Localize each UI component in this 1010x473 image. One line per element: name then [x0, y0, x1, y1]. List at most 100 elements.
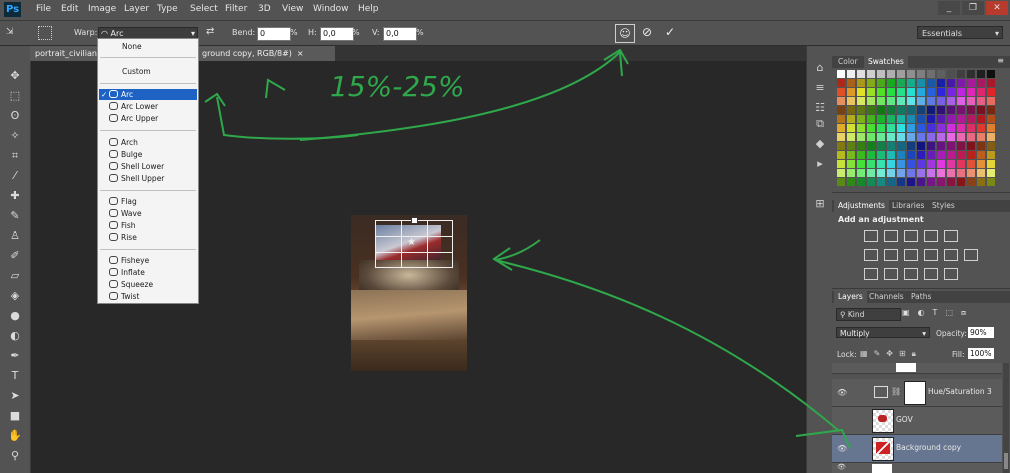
- swatch[interactable]: [967, 178, 975, 186]
- warp-option-bulge[interactable]: Bulge: [99, 149, 197, 160]
- swatch[interactable]: [917, 88, 925, 96]
- swatch[interactable]: [957, 151, 965, 159]
- swatch[interactable]: [907, 70, 915, 78]
- close-tab-icon[interactable]: ×: [297, 49, 304, 58]
- swatch[interactable]: [987, 70, 995, 78]
- swatch[interactable]: [877, 106, 885, 114]
- swatch[interactable]: [887, 106, 895, 114]
- swatch[interactable]: [977, 160, 985, 168]
- warp-option-rise[interactable]: Rise: [99, 232, 197, 243]
- swatch[interactable]: [967, 115, 975, 123]
- warp-option-none[interactable]: None: [99, 41, 197, 52]
- levels-icon[interactable]: [884, 230, 898, 242]
- swatch[interactable]: [967, 124, 975, 132]
- warp-option-flag[interactable]: Flag: [99, 196, 197, 207]
- reference-point-icon[interactable]: [38, 26, 52, 40]
- swatch[interactable]: [927, 151, 935, 159]
- swatch[interactable]: [987, 133, 995, 141]
- tab-color[interactable]: Color: [834, 56, 862, 68]
- selective-color-icon[interactable]: [944, 268, 958, 280]
- history-panel-icon[interactable]: ⌂: [812, 60, 828, 76]
- swatch[interactable]: [947, 169, 955, 177]
- swatch[interactable]: [927, 133, 935, 141]
- swatch[interactable]: [947, 88, 955, 96]
- swatch[interactable]: [907, 178, 915, 186]
- layer-name[interactable]: Hue/Saturation 3: [928, 387, 992, 396]
- smart-object-filter-icon[interactable]: ⧈: [961, 308, 966, 318]
- warp-handle[interactable]: [411, 217, 418, 224]
- warp-option-custom[interactable]: Custom: [99, 66, 197, 77]
- puppet-warp-icon[interactable]: ☺: [615, 24, 635, 43]
- v-distortion-input[interactable]: 0,0: [383, 27, 417, 41]
- channel-mixer-icon[interactable]: [944, 249, 958, 261]
- tab-libraries[interactable]: Libraries: [888, 200, 928, 212]
- bend-input[interactable]: 0: [257, 27, 291, 41]
- warp-orientation-icon[interactable]: ⇄: [206, 26, 220, 38]
- swatch[interactable]: [847, 79, 855, 87]
- swatch[interactable]: [907, 115, 915, 123]
- warp-option-twist[interactable]: Twist: [99, 291, 197, 302]
- tab-channels[interactable]: Channels: [865, 291, 908, 303]
- swatch[interactable]: [927, 169, 935, 177]
- swatch[interactable]: [907, 106, 915, 114]
- cancel-transform-icon[interactable]: ⊘: [642, 25, 656, 39]
- menu-help[interactable]: Help: [358, 4, 379, 14]
- swatch[interactable]: [937, 79, 945, 87]
- swatch[interactable]: [857, 178, 865, 186]
- swatch[interactable]: [987, 178, 995, 186]
- swatch[interactable]: [847, 151, 855, 159]
- warp-option-arc-lower[interactable]: Arc Lower: [99, 101, 197, 112]
- pen-tool-icon[interactable]: ✒: [5, 348, 25, 364]
- swatch[interactable]: [907, 142, 915, 150]
- swatch[interactable]: [837, 106, 845, 114]
- adjustment-filter-icon[interactable]: ◐: [918, 308, 925, 318]
- swatch[interactable]: [937, 142, 945, 150]
- swatch[interactable]: [847, 88, 855, 96]
- type-tool-icon[interactable]: T: [5, 368, 25, 384]
- swatch[interactable]: [837, 151, 845, 159]
- swatch[interactable]: [977, 115, 985, 123]
- brush-presets-icon[interactable]: ☷: [812, 100, 828, 116]
- clone-source-icon[interactable]: ⧉: [812, 116, 828, 132]
- h-distortion-input[interactable]: 0,0: [320, 27, 354, 41]
- healing-brush-tool-icon[interactable]: ✚: [5, 188, 25, 204]
- swatch[interactable]: [857, 79, 865, 87]
- swatch[interactable]: [967, 97, 975, 105]
- swatch[interactable]: [847, 160, 855, 168]
- swatch[interactable]: [897, 178, 905, 186]
- swatch[interactable]: [837, 97, 845, 105]
- vibrance-icon[interactable]: [944, 230, 958, 242]
- swatch[interactable]: [917, 169, 925, 177]
- warp-option-squeeze[interactable]: Squeeze: [99, 279, 197, 290]
- swatch[interactable]: [927, 124, 935, 132]
- swatch[interactable]: [857, 70, 865, 78]
- warp-option-fish[interactable]: Fish: [99, 220, 197, 231]
- tab-styles[interactable]: Styles: [928, 200, 959, 212]
- layers-scrollbar[interactable]: [1003, 363, 1009, 473]
- swatch[interactable]: [937, 106, 945, 114]
- layer-row-partial-bottom[interactable]: 👁︎: [832, 463, 1002, 473]
- swatch[interactable]: [987, 88, 995, 96]
- swatch[interactable]: [897, 115, 905, 123]
- warp-option-shell-lower[interactable]: Shell Lower: [99, 161, 197, 172]
- swatch[interactable]: [967, 88, 975, 96]
- swatch[interactable]: [887, 97, 895, 105]
- swatch[interactable]: [917, 79, 925, 87]
- swatch[interactable]: [897, 160, 905, 168]
- move-tool-icon[interactable]: ✥: [5, 68, 25, 84]
- swatch[interactable]: [907, 88, 915, 96]
- swatch[interactable]: [847, 142, 855, 150]
- swatch[interactable]: [837, 178, 845, 186]
- swatch[interactable]: [887, 115, 895, 123]
- lock-transparent-icon[interactable]: ▦: [860, 349, 868, 359]
- swatch[interactable]: [877, 133, 885, 141]
- swatch[interactable]: [917, 97, 925, 105]
- swatch[interactable]: [987, 151, 995, 159]
- actions-panel-icon[interactable]: ▸: [812, 156, 828, 172]
- swatch[interactable]: [927, 88, 935, 96]
- swatch[interactable]: [887, 70, 895, 78]
- tab-active-document[interactable]: ground copy, RGB/8#) ×: [197, 46, 335, 61]
- swatch[interactable]: [917, 160, 925, 168]
- swatch[interactable]: [887, 79, 895, 87]
- swatch[interactable]: [967, 133, 975, 141]
